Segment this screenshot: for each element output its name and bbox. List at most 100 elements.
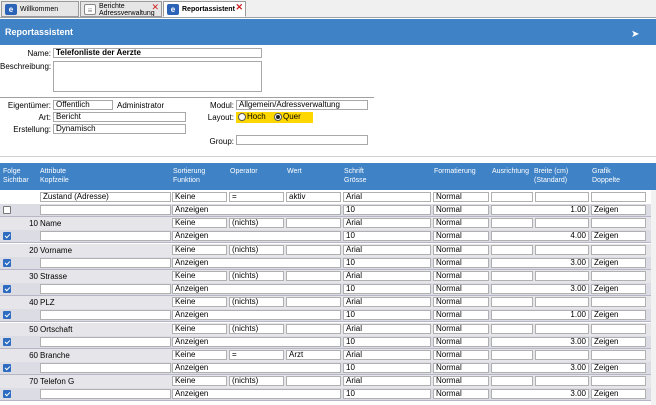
- grafik-select[interactable]: [591, 271, 646, 281]
- kopfzeile-field[interactable]: [40, 389, 171, 399]
- doppelte-select[interactable]: Zeigen: [591, 363, 646, 373]
- operator-select[interactable]: (nichts): [229, 376, 284, 386]
- groesse-field[interactable]: 10: [343, 231, 431, 241]
- ausrichtung-select[interactable]: [491, 271, 533, 281]
- breite-spacer[interactable]: [535, 297, 589, 307]
- breite-spacer[interactable]: [535, 245, 589, 255]
- sortierung-select[interactable]: Keine: [172, 245, 227, 255]
- formatierung-select-2[interactable]: Normal: [433, 389, 489, 399]
- schrift-select[interactable]: Arial: [343, 324, 431, 334]
- operator-select[interactable]: (nichts): [229, 218, 284, 228]
- wert-field[interactable]: aktiv: [286, 192, 341, 202]
- funktion-select[interactable]: Anzeigen: [172, 310, 341, 320]
- tab-reportassistent[interactable]: e Reportassistent ✕: [163, 1, 246, 17]
- wert-field[interactable]: [286, 324, 341, 334]
- grafik-select[interactable]: [591, 350, 646, 360]
- groesse-field[interactable]: 10: [343, 310, 431, 320]
- close-tab-icon[interactable]: ✕: [151, 3, 159, 12]
- schrift-select[interactable]: Arial: [343, 271, 431, 281]
- formatierung-select-2[interactable]: Normal: [433, 258, 489, 268]
- sortierung-select[interactable]: Keine: [172, 271, 227, 281]
- formatierung-select[interactable]: Normal: [433, 297, 489, 307]
- funktion-select[interactable]: Anzeigen: [172, 337, 341, 347]
- formatierung-select-2[interactable]: Normal: [433, 337, 489, 347]
- breite-spacer[interactable]: [535, 218, 589, 228]
- erstellung-field[interactable]: Dynamisch: [53, 124, 186, 134]
- vertical-scrollbar[interactable]: [651, 190, 656, 405]
- kopfzeile-field[interactable]: [40, 310, 171, 320]
- wert-field[interactable]: [286, 297, 341, 307]
- doppelte-select[interactable]: Zeigen: [591, 284, 646, 294]
- ausrichtung-select[interactable]: [491, 297, 533, 307]
- operator-select[interactable]: (nichts): [229, 297, 284, 307]
- grafik-select[interactable]: [591, 218, 646, 228]
- funktion-select[interactable]: Anzeigen: [172, 389, 341, 399]
- doppelte-select[interactable]: Zeigen: [591, 337, 646, 347]
- formatierung-select[interactable]: Normal: [433, 271, 489, 281]
- kopfzeile-field[interactable]: [40, 258, 171, 268]
- layout-radio-quer[interactable]: [274, 113, 282, 121]
- operator-select[interactable]: =: [229, 192, 284, 202]
- groesse-field[interactable]: 10: [343, 205, 431, 215]
- tab-willkommen[interactable]: e Willkommen: [1, 1, 79, 17]
- ausrichtung-select[interactable]: [491, 324, 533, 334]
- doppelte-select[interactable]: Zeigen: [591, 258, 646, 268]
- breite-field[interactable]: 3.00: [491, 284, 589, 294]
- formatierung-select[interactable]: Normal: [433, 350, 489, 360]
- breite-field[interactable]: 4.00: [491, 231, 589, 241]
- grafik-select[interactable]: [591, 192, 646, 202]
- sortierung-select[interactable]: Keine: [172, 376, 227, 386]
- kopfzeile-field[interactable]: [40, 284, 171, 294]
- art-field[interactable]: Bericht: [53, 112, 186, 122]
- sichtbar-checkbox[interactable]: [3, 206, 11, 214]
- breite-spacer[interactable]: [535, 376, 589, 386]
- kopfzeile-field[interactable]: [40, 337, 171, 347]
- tab-berichte-adressverwaltung[interactable]: ≡ Berichte Adressverwaltung ✕: [80, 1, 162, 17]
- sichtbar-checkbox[interactable]: [3, 311, 11, 319]
- operator-select[interactable]: (nichts): [229, 324, 284, 334]
- groesse-field[interactable]: 10: [343, 337, 431, 347]
- sichtbar-checkbox[interactable]: [3, 232, 11, 240]
- schrift-select[interactable]: Arial: [343, 297, 431, 307]
- ausrichtung-select[interactable]: [491, 376, 533, 386]
- formatierung-select-2[interactable]: Normal: [433, 310, 489, 320]
- formatierung-select[interactable]: Normal: [433, 218, 489, 228]
- breite-field[interactable]: 3.00: [491, 389, 589, 399]
- formatierung-select-2[interactable]: Normal: [433, 205, 489, 215]
- breite-field[interactable]: 3.00: [491, 337, 589, 347]
- schrift-select[interactable]: Arial: [343, 350, 431, 360]
- schrift-select[interactable]: Arial: [343, 245, 431, 255]
- formatierung-select[interactable]: Normal: [433, 245, 489, 255]
- eigentuemer-field[interactable]: Öffentlich: [53, 100, 113, 110]
- schrift-select[interactable]: Arial: [343, 376, 431, 386]
- sortierung-select[interactable]: Keine: [172, 192, 227, 202]
- close-tab-icon[interactable]: ✕: [235, 3, 243, 12]
- layout-radio-hoch[interactable]: [238, 113, 246, 121]
- sichtbar-checkbox[interactable]: [3, 338, 11, 346]
- formatierung-select-2[interactable]: Normal: [433, 284, 489, 294]
- groesse-field[interactable]: 10: [343, 258, 431, 268]
- ausrichtung-select[interactable]: [491, 192, 533, 202]
- kopfzeile-field[interactable]: [40, 205, 171, 215]
- groesse-field[interactable]: 10: [343, 363, 431, 373]
- breite-spacer[interactable]: [535, 324, 589, 334]
- grafik-select[interactable]: [591, 324, 646, 334]
- wert-field[interactable]: [286, 218, 341, 228]
- operator-select[interactable]: =: [229, 350, 284, 360]
- modul-field[interactable]: Allgemein/Adressverwaltung: [236, 100, 368, 110]
- sichtbar-checkbox[interactable]: [3, 259, 11, 267]
- wert-field[interactable]: [286, 271, 341, 281]
- wert-field[interactable]: Arzt: [286, 350, 341, 360]
- groesse-field[interactable]: 10: [343, 389, 431, 399]
- sortierung-select[interactable]: Keine: [172, 350, 227, 360]
- sichtbar-checkbox[interactable]: [3, 364, 11, 372]
- ausrichtung-select[interactable]: [491, 218, 533, 228]
- doppelte-select[interactable]: Zeigen: [591, 231, 646, 241]
- grafik-select[interactable]: [591, 297, 646, 307]
- ausrichtung-select[interactable]: [491, 350, 533, 360]
- sortierung-select[interactable]: Keine: [172, 297, 227, 307]
- breite-field[interactable]: 1.00: [491, 310, 589, 320]
- sortierung-select[interactable]: Keine: [172, 324, 227, 334]
- groesse-field[interactable]: 10: [343, 284, 431, 294]
- doppelte-select[interactable]: Zeigen: [591, 205, 646, 215]
